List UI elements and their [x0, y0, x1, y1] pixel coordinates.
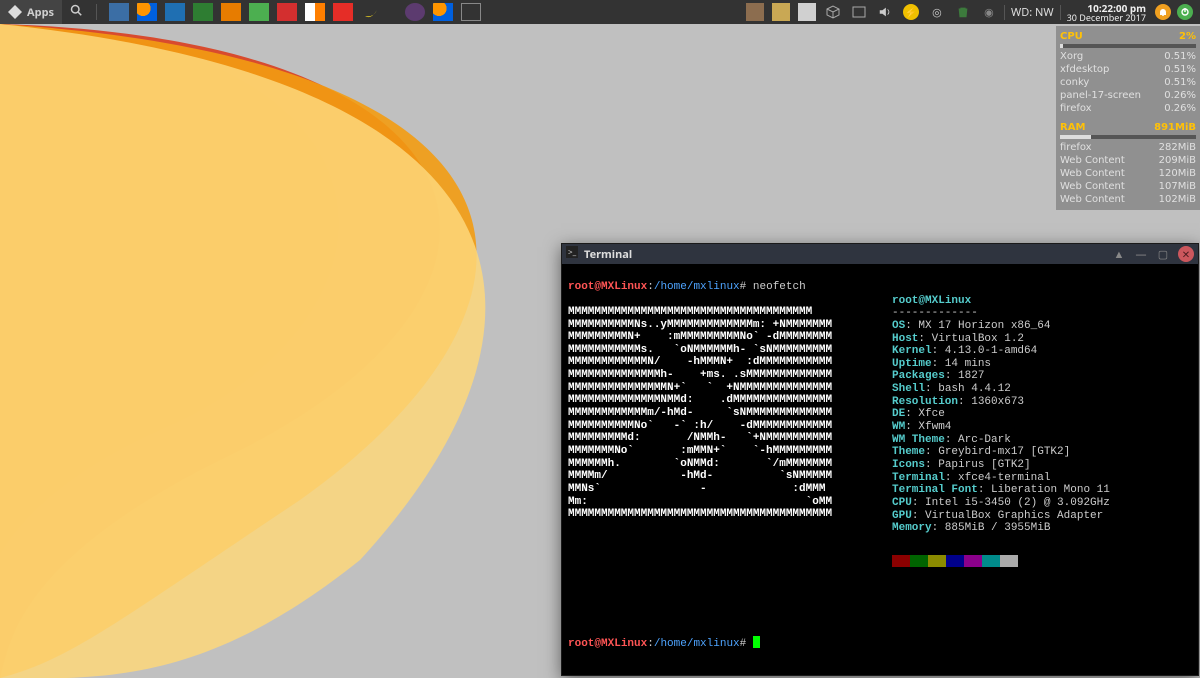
- thunderbird-icon[interactable]: [165, 3, 185, 21]
- info-os: OS: MX 17 Horizon x86_64: [892, 320, 1110, 333]
- apps-menu-button[interactable]: Apps: [0, 0, 62, 24]
- workspace-icon[interactable]: [850, 3, 868, 21]
- info-wm-theme: WM Theme: Arc-Dark: [892, 434, 1110, 447]
- info-terminal: Terminal: xfce4-terminal: [892, 472, 1110, 485]
- power-icon[interactable]: ⚡: [902, 3, 920, 21]
- neofetch-ascii: MMMMMMMMMMMMMMMMMMMMMMMMMMMMMMMMMMMMM MM…: [568, 306, 832, 520]
- package-icon[interactable]: [221, 3, 241, 21]
- system-monitor-overlay: CPU2% Xorg0.51%xfdesktop0.51%conky0.51%p…: [1056, 26, 1200, 210]
- night-mode-icon[interactable]: [405, 3, 425, 21]
- info-terminal-font: Terminal Font: Liberation Mono 11: [892, 484, 1110, 497]
- sysmon-row: firefox0.26%: [1060, 102, 1196, 115]
- calendar-icon[interactable]: [277, 3, 297, 21]
- info-resolution: Resolution: 1360x673: [892, 396, 1110, 409]
- terminal-title: Terminal: [584, 247, 632, 262]
- volume-icon[interactable]: [876, 3, 894, 21]
- sysmon-row: panel-17-screen0.26%: [1060, 89, 1196, 102]
- terminal-task-icon[interactable]: [461, 3, 481, 21]
- session-icon[interactable]: [1176, 3, 1194, 21]
- terminal-titlebar[interactable]: >_ Terminal ▲ — ▢ ✕: [562, 244, 1198, 264]
- note-icon[interactable]: [772, 3, 790, 21]
- files-icon[interactable]: [193, 3, 213, 21]
- terminal-window[interactable]: >_ Terminal ▲ — ▢ ✕ root@MXLinux:/home/m…: [561, 243, 1199, 676]
- info-host: Host: VirtualBox 1.2: [892, 333, 1110, 346]
- sysmon-row: xfdesktop0.51%: [1060, 63, 1196, 76]
- sysmon-row: Web Content102MiB: [1060, 193, 1196, 206]
- sysmon-row: Web Content209MiB: [1060, 154, 1196, 167]
- sysmon-row: firefox282MiB: [1060, 141, 1196, 154]
- notes-icon[interactable]: [249, 3, 269, 21]
- ram-bar: [1060, 135, 1196, 139]
- apps-menu-label: Apps: [27, 5, 54, 20]
- sysmon-row: Web Content120MiB: [1060, 167, 1196, 180]
- info-cpu: CPU: Intel i5-3450 (2) @ 3.092GHz: [892, 497, 1110, 510]
- info-kernel: Kernel: 4.13.0-1-amd64: [892, 345, 1110, 358]
- cpu-bar: [1060, 44, 1196, 48]
- neofetch-info: root@MXLinux ------------- OS: MX 17 Hor…: [892, 282, 1110, 580]
- book2-icon[interactable]: [746, 3, 764, 21]
- terminal-body[interactable]: root@MXLinux:/home/mxlinux# neofetch MMM…: [562, 264, 1198, 675]
- book-icon[interactable]: [109, 3, 129, 21]
- sysmon-row: Xorg0.51%: [1060, 50, 1196, 63]
- files2-icon[interactable]: [798, 3, 816, 21]
- maximize-button[interactable]: ▢: [1156, 247, 1170, 261]
- disc-icon[interactable]: ◎: [928, 3, 946, 21]
- info-de: DE: Xfce: [892, 408, 1110, 421]
- trash-icon[interactable]: [954, 3, 972, 21]
- search-icon[interactable]: [62, 4, 90, 20]
- rollup-button[interactable]: ▲: [1112, 247, 1126, 261]
- terminal-icon: >_: [566, 246, 578, 262]
- box-icon[interactable]: [824, 3, 842, 21]
- clock[interactable]: 10:22:00 pm 30 December 2017: [1061, 3, 1152, 22]
- color-swatches: [892, 555, 1110, 567]
- quicklaunch: [103, 0, 387, 24]
- info-gpu: GPU: VirtualBox Graphics Adapter: [892, 510, 1110, 523]
- cursor: [753, 636, 760, 648]
- info-wm: WM: Xfwm4: [892, 421, 1110, 434]
- wd-indicator[interactable]: WD: NW: [1004, 5, 1061, 20]
- info-theme: Theme: Greybird-mx17 [GTK2]: [892, 446, 1110, 459]
- close-button[interactable]: ✕: [1178, 246, 1194, 262]
- system-tray: ⚡ ◎ ◉: [740, 0, 1004, 24]
- top-panel: Apps: [0, 0, 1200, 24]
- info-memory: Memory: 885MiB / 3955MiB: [892, 522, 1110, 535]
- firefox-icon[interactable]: [137, 3, 157, 21]
- command-text: neofetch: [753, 281, 806, 293]
- notification-icon[interactable]: [1154, 3, 1172, 21]
- disc2-icon[interactable]: ◉: [980, 3, 998, 21]
- svg-text:>_: >_: [568, 247, 577, 258]
- info-packages: Packages: 1827: [892, 370, 1110, 383]
- sysmon-row: conky0.51%: [1060, 76, 1196, 89]
- vlc-icon[interactable]: [305, 3, 325, 21]
- youtube-icon[interactable]: [333, 3, 353, 21]
- info-shell: Shell: bash 4.4.12: [892, 383, 1110, 396]
- banana-icon[interactable]: [361, 3, 381, 21]
- firefox-task-icon[interactable]: [433, 3, 453, 21]
- tasklist: [399, 0, 487, 24]
- info-icons: Icons: Papirus [GTK2]: [892, 459, 1110, 472]
- info-uptime: Uptime: 14 mins: [892, 358, 1110, 371]
- minimize-button[interactable]: —: [1134, 247, 1148, 261]
- sysmon-row: Web Content107MiB: [1060, 180, 1196, 193]
